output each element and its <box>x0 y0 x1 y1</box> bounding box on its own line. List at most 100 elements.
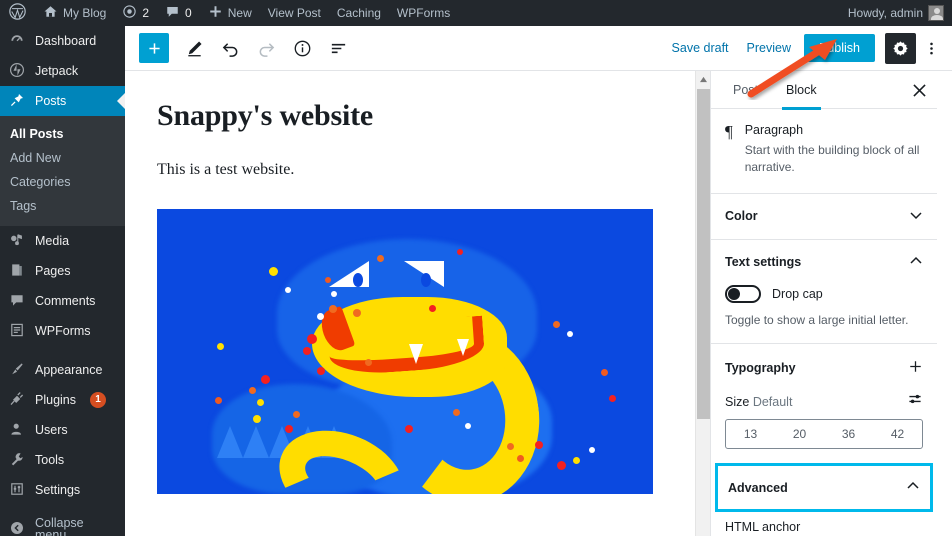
canvas-scrollbar-thumb[interactable] <box>697 89 710 419</box>
wp-admin-bar: My Blog 2 0 New View Post Caching WPForm… <box>0 0 952 26</box>
sidebar-item-comments[interactable]: Comments <box>0 286 125 316</box>
close-sidebar-button[interactable] <box>909 80 929 100</box>
content-info-button[interactable] <box>287 33 317 63</box>
block-name: Paragraph <box>744 123 804 137</box>
collapse-menu-button[interactable]: Collapse menu <box>0 514 125 536</box>
sliders-icon[interactable] <box>907 391 923 412</box>
sidebar-item-appearance[interactable]: Appearance <box>0 355 125 385</box>
redo-arrow-icon <box>259 42 274 57</box>
panel-advanced-toggle[interactable]: Advanced <box>718 466 930 510</box>
caching-menu[interactable]: Caching <box>329 0 389 26</box>
redo-button[interactable] <box>251 33 281 63</box>
menu-separator <box>0 346 125 355</box>
updates-button[interactable]: 2 <box>114 0 157 26</box>
account-menu[interactable]: Howdy, admin <box>840 0 952 26</box>
media-icon <box>8 232 26 251</box>
wrench-icon <box>8 451 26 470</box>
panel-advanced-title: Advanced <box>728 480 788 495</box>
font-size-value: Default <box>752 394 793 409</box>
save-draft-button[interactable]: Save draft <box>663 41 738 55</box>
sidebar-item-label: WPForms <box>35 323 91 338</box>
panel-text-settings-title: Text settings <box>725 255 802 270</box>
wpforms-label: WPForms <box>396 6 451 20</box>
editor-header: Save draft Preview Publish <box>125 26 952 71</box>
preview-button[interactable]: Preview <box>738 41 800 55</box>
toggle-knob <box>728 287 740 300</box>
paintbrush-icon <box>8 361 26 380</box>
post-image-block[interactable] <box>157 209 653 494</box>
undo-button[interactable] <box>215 33 245 63</box>
settings-toggle-button[interactable] <box>885 32 916 64</box>
sidebar-item-label: Jetpack <box>35 63 79 78</box>
typography-header: Typography <box>711 344 937 383</box>
block-editor: Save draft Preview Publish Snappy's webs… <box>125 26 952 536</box>
panel-text-settings[interactable]: Text settings <box>711 240 937 285</box>
site-name-label: My Blog <box>63 6 107 20</box>
panel-advanced-focused: Advanced <box>715 463 933 513</box>
site-name-menu[interactable]: My Blog <box>35 0 114 26</box>
typography-add-button[interactable] <box>908 359 923 377</box>
plug-icon <box>8 391 26 410</box>
new-content-button[interactable]: New <box>200 0 260 26</box>
sidebar-item-label: Users <box>35 422 68 437</box>
sidebar-item-tools[interactable]: Tools <box>0 445 125 475</box>
drop-cap-toggle[interactable] <box>725 284 761 303</box>
more-options-button[interactable] <box>919 33 943 63</box>
sidebar-item-wpforms[interactable]: WPForms <box>0 316 125 346</box>
sidebar-item-dashboard[interactable]: Dashboard <box>0 26 125 56</box>
canvas-scrollbar[interactable] <box>695 71 711 536</box>
wordpress-logo-button[interactable] <box>0 0 35 26</box>
post-canvas[interactable]: Snappy's website This is a test website. <box>125 71 695 536</box>
chevron-up-icon <box>700 76 707 82</box>
sidebar-item-settings[interactable]: Settings <box>0 475 125 505</box>
updates-icon <box>122 4 137 22</box>
sidebar-subitem-add-new[interactable]: Add New <box>0 146 125 170</box>
plus-icon <box>208 4 223 22</box>
tab-block[interactable]: Block <box>772 71 831 110</box>
sidebar-item-pages[interactable]: Pages <box>0 256 125 286</box>
list-view-icon <box>331 43 345 53</box>
howdy-label: Howdy, admin <box>847 6 923 20</box>
sidebar-item-users[interactable]: Users <box>0 415 125 445</box>
post-title[interactable]: Snappy's website <box>157 99 663 133</box>
wpforms-icon <box>8 322 26 341</box>
undo-arrow-icon <box>222 42 237 57</box>
scroll-up-button[interactable] <box>696 71 711 87</box>
font-size-label: Size Default <box>725 394 793 409</box>
list-view-button[interactable] <box>323 33 353 63</box>
sidebar-subitem-tags[interactable]: Tags <box>0 194 125 218</box>
font-size-option-20[interactable]: 20 <box>775 420 824 448</box>
updates-count: 2 <box>142 6 150 20</box>
sidebar-item-posts[interactable]: Posts <box>0 86 125 116</box>
tab-post[interactable]: Post <box>719 71 772 109</box>
block-inspector-sidebar: Post Block ¶ Paragraph Start with the bu… <box>710 71 937 536</box>
font-size-option-13[interactable]: 13 <box>726 420 775 448</box>
sidebar-item-media[interactable]: Media <box>0 226 125 256</box>
block-card: ¶ Paragraph Start with the building bloc… <box>711 109 937 194</box>
sidebar-item-jetpack[interactable]: Jetpack <box>0 56 125 86</box>
dragon-pupil-left <box>353 273 363 287</box>
sidebar-item-label: Tools <box>35 452 65 467</box>
font-size-option-42[interactable]: 42 <box>873 420 922 448</box>
font-size-option-36[interactable]: 36 <box>824 420 873 448</box>
panel-color[interactable]: Color <box>711 194 937 240</box>
sidebar-item-label: Media <box>35 233 70 248</box>
plus-icon <box>910 361 921 372</box>
sidebar-item-label: Pages <box>35 263 71 278</box>
font-size-row: Size Default <box>711 383 937 419</box>
wpforms-menu[interactable]: WPForms <box>389 0 458 26</box>
post-paragraph-block[interactable]: This is a test website. <box>157 161 663 179</box>
add-block-button[interactable] <box>139 33 169 63</box>
gear-icon <box>893 40 908 56</box>
sidebar-subitem-all-posts[interactable]: All Posts <box>0 122 125 146</box>
sidebar-item-plugins[interactable]: Plugins 1 <box>0 385 125 415</box>
html-anchor-label: HTML anchor <box>725 520 801 535</box>
collapse-menu-label: Collapse menu <box>35 515 84 536</box>
sidebar-subitem-categories[interactable]: Categories <box>0 170 125 194</box>
comments-button[interactable]: 0 <box>157 0 200 26</box>
kebab-menu-icon <box>929 42 933 54</box>
drop-cap-label: Drop cap <box>772 286 823 301</box>
view-post-link[interactable]: View Post <box>260 0 329 26</box>
edit-mode-button[interactable] <box>179 33 209 63</box>
publish-button[interactable]: Publish <box>804 34 875 62</box>
